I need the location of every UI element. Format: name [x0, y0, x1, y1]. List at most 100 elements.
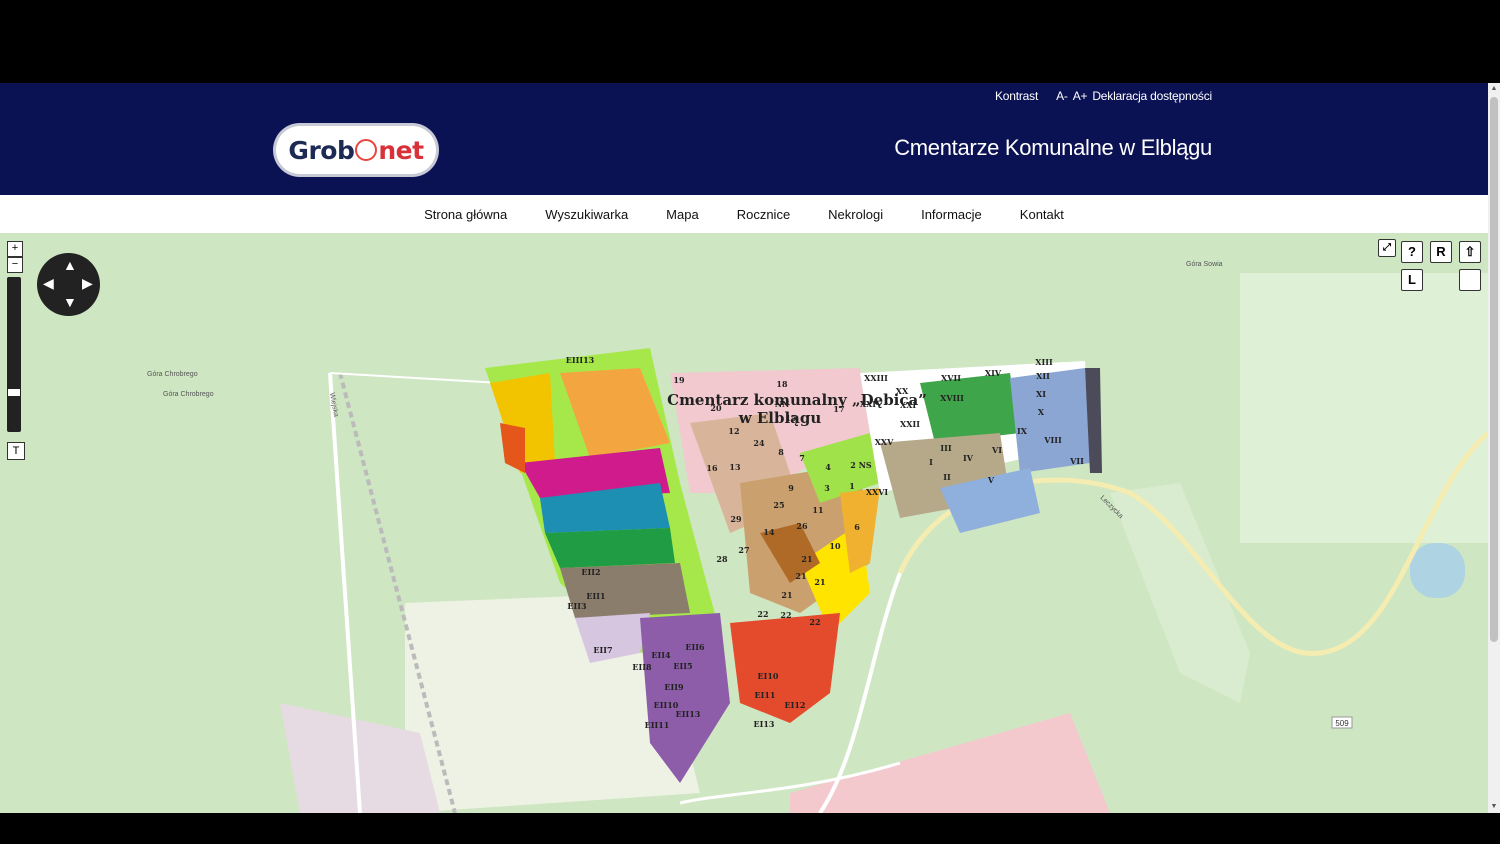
- section-label[interactable]: 1: [849, 481, 855, 491]
- section-label[interactable]: 6: [854, 522, 860, 532]
- section-label[interactable]: IV: [963, 453, 974, 463]
- section-label[interactable]: EI12: [785, 700, 806, 710]
- section-label[interactable]: EII2: [581, 567, 600, 577]
- pan-control[interactable]: ▲ ▼ ◀ ▶: [37, 253, 100, 316]
- section-label[interactable]: XIII: [1035, 357, 1053, 367]
- grobonet-logo[interactable]: Grob net: [276, 126, 436, 174]
- section-label[interactable]: XXII: [900, 419, 920, 429]
- section-label[interactable]: EIII13: [566, 355, 595, 365]
- section-label[interactable]: XVIII: [940, 393, 964, 403]
- export-icon[interactable]: ⇧: [1459, 241, 1481, 263]
- section-label[interactable]: 20: [710, 403, 722, 413]
- section-label[interactable]: 18: [776, 379, 788, 389]
- r-button[interactable]: R: [1430, 241, 1452, 263]
- nav-search[interactable]: Wyszukiwarka: [526, 207, 647, 222]
- section-label[interactable]: IX: [1017, 426, 1028, 436]
- section-label[interactable]: 22: [757, 609, 768, 619]
- section-label[interactable]: EII9: [664, 682, 684, 692]
- section-label[interactable]: 15: [785, 413, 796, 423]
- section-label[interactable]: 24: [753, 438, 765, 448]
- section-label[interactable]: VII: [1069, 456, 1084, 466]
- nav-map[interactable]: Mapa: [647, 207, 718, 222]
- section-label[interactable]: EII4: [651, 650, 671, 660]
- section-label[interactable]: 2 NS: [850, 460, 872, 470]
- section-label[interactable]: EII5: [673, 661, 692, 671]
- section-label[interactable]: 22: [780, 610, 791, 620]
- font-decrease-link[interactable]: A-: [1056, 89, 1068, 103]
- section-label[interactable]: XXVI: [866, 487, 889, 497]
- blank-control-button[interactable]: [1459, 269, 1481, 291]
- section-label[interactable]: 4: [825, 462, 831, 472]
- section-label[interactable]: 13: [729, 462, 741, 472]
- nav-information[interactable]: Informacje: [902, 207, 1001, 222]
- scroll-down-icon[interactable]: ▼: [1488, 801, 1500, 813]
- section-label[interactable]: 8: [778, 447, 784, 457]
- scroll-up-icon[interactable]: ▲: [1488, 83, 1500, 95]
- section-label[interactable]: XX: [896, 386, 909, 396]
- section-label[interactable]: XXIV: [860, 399, 883, 409]
- section-label[interactable]: EI10: [758, 671, 779, 681]
- accessibility-declaration-link[interactable]: Deklaracja dostępności: [1092, 89, 1212, 103]
- pan-right-icon[interactable]: ▶: [82, 275, 93, 292]
- section-label[interactable]: XIV: [985, 368, 1002, 378]
- section-label[interactable]: EII6: [685, 642, 705, 652]
- section-label[interactable]: EII3: [567, 601, 587, 611]
- map-canvas[interactable]: Cmentarz komunalny „Dębica” w Elblągu Gó…: [0, 233, 1488, 813]
- font-increase-link[interactable]: A+: [1073, 89, 1088, 103]
- section-label[interactable]: EI13: [754, 719, 775, 729]
- section-label[interactable]: 21: [814, 577, 825, 587]
- section-label[interactable]: XII: [1036, 371, 1050, 381]
- section-label[interactable]: VI: [991, 445, 1002, 455]
- section-label[interactable]: II: [943, 472, 951, 482]
- section-label[interactable]: NN: [775, 399, 790, 409]
- nav-obituaries[interactable]: Nekrologi: [809, 207, 902, 222]
- section-label[interactable]: 28: [716, 554, 728, 564]
- contrast-link[interactable]: Kontrast: [995, 89, 1038, 103]
- zoom-slider-handle[interactable]: [8, 389, 20, 396]
- section-label[interactable]: XXIII: [864, 373, 888, 383]
- section-label[interactable]: 29: [730, 514, 742, 524]
- section-label[interactable]: 3: [824, 483, 830, 493]
- section-label[interactable]: XI: [1036, 389, 1046, 399]
- pan-down-icon[interactable]: ▼: [63, 294, 77, 310]
- section-label[interactable]: 27: [738, 545, 749, 555]
- section-label[interactable]: 14: [763, 527, 775, 537]
- section-label[interactable]: 21: [801, 554, 812, 564]
- pan-up-icon[interactable]: ▲: [63, 257, 77, 273]
- cemetery-map[interactable]: Cmentarz komunalny „Dębica” w Elblągu Gó…: [0, 233, 1488, 813]
- section-label[interactable]: 21: [781, 590, 792, 600]
- section-label[interactable]: 22: [809, 617, 820, 627]
- section-label[interactable]: 21: [795, 571, 806, 581]
- section-label[interactable]: EII13: [676, 709, 701, 719]
- section-label[interactable]: 7: [799, 453, 805, 463]
- nav-home[interactable]: Strona główna: [405, 207, 526, 222]
- section-label[interactable]: 19: [673, 375, 685, 385]
- section-label[interactable]: EII7: [593, 645, 612, 655]
- nav-contact[interactable]: Kontakt: [1001, 207, 1083, 222]
- fullscreen-icon[interactable]: ⤢: [1378, 239, 1396, 257]
- l-button[interactable]: L: [1401, 269, 1423, 291]
- section-label[interactable]: 9: [788, 483, 794, 493]
- section-label[interactable]: EI11: [755, 690, 776, 700]
- section-label[interactable]: V: [987, 475, 995, 485]
- pan-left-icon[interactable]: ◀: [43, 275, 54, 292]
- zoom-in-button[interactable]: +: [7, 241, 23, 257]
- section-label[interactable]: XXI: [900, 400, 916, 410]
- section-label[interactable]: EII1: [586, 591, 605, 601]
- section-label[interactable]: EII8: [632, 662, 652, 672]
- help-button[interactable]: ?: [1401, 241, 1423, 263]
- nav-anniversaries[interactable]: Rocznice: [718, 207, 809, 222]
- vertical-scrollbar[interactable]: ▲ ▼: [1488, 83, 1500, 813]
- section-label[interactable]: 11: [812, 505, 823, 515]
- t-layer-button[interactable]: T: [7, 442, 25, 460]
- section-label[interactable]: VIII: [1043, 435, 1062, 445]
- section-label[interactable]: III: [940, 443, 951, 453]
- section-label[interactable]: 17: [833, 404, 844, 414]
- scrollbar-thumb[interactable]: [1490, 97, 1498, 642]
- zoom-out-button[interactable]: −: [7, 257, 23, 273]
- section-label[interactable]: XVII: [941, 373, 961, 383]
- section-label[interactable]: I: [929, 457, 933, 467]
- zoom-slider[interactable]: [7, 277, 21, 432]
- section-label[interactable]: 16: [706, 463, 718, 473]
- section-label[interactable]: 10: [829, 541, 841, 551]
